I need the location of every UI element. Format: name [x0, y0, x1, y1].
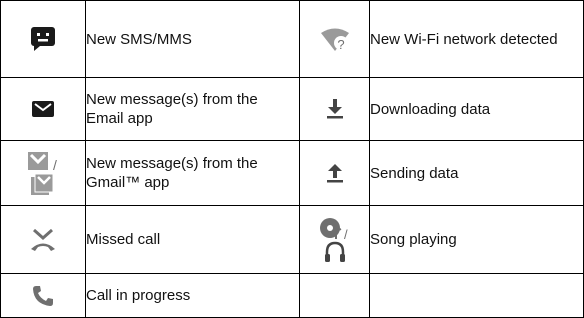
icon-cell	[299, 140, 370, 206]
phone-call-icon	[33, 285, 53, 306]
svg-text:?: ?	[337, 37, 344, 52]
svg-text:/: /	[344, 227, 348, 241]
table-row: New message(s) from the Email app Downlo…	[0, 77, 584, 141]
table-row: Missed call / Song playing	[0, 205, 584, 274]
icon-cell: ?	[299, 0, 370, 78]
notification-label: New message(s) from the Gmail™ app	[85, 140, 300, 206]
notification-label: Call in progress	[85, 273, 300, 318]
icon-cell: /	[299, 205, 370, 274]
empty-cell	[299, 273, 370, 318]
notification-label: New message(s) from the Email app	[85, 77, 300, 141]
wifi-question-icon: ?	[320, 28, 349, 52]
table-row: / New message(s) from the Gmail™ app Sen…	[0, 140, 584, 206]
download-arrow-icon	[326, 99, 343, 119]
notification-label: Sending data	[369, 140, 584, 206]
music-disc-icon: /	[319, 217, 348, 241]
icon-cell	[0, 77, 86, 141]
gmail-stack-icon	[31, 173, 54, 195]
notification-icons-table: New SMS/MMS ? New Wi-Fi network detected…	[0, 0, 584, 318]
table-row: New SMS/MMS ? New Wi-Fi network detected	[0, 0, 584, 78]
notification-label: Downloading data	[369, 77, 584, 141]
missed-call-icon	[31, 228, 55, 251]
music-headphones-icon: /	[318, 217, 352, 263]
icon-cell	[0, 0, 86, 78]
notification-label: New Wi-Fi network detected	[369, 0, 584, 78]
gmail-envelope-icon: /	[28, 152, 57, 173]
notification-label: Missed call	[85, 205, 300, 274]
svg-text:/: /	[53, 157, 57, 173]
sms-icon	[31, 27, 55, 51]
empty-cell	[369, 273, 584, 318]
table-row: Call in progress	[0, 273, 584, 318]
headphones-icon	[324, 241, 345, 262]
upload-arrow-icon	[326, 164, 343, 183]
icon-cell: /	[0, 140, 86, 206]
gmail-icon: /	[26, 149, 60, 197]
notification-label: New SMS/MMS	[85, 0, 300, 78]
icon-cell	[0, 205, 86, 274]
icon-cell	[299, 77, 370, 141]
email-envelope-icon	[32, 100, 54, 117]
notification-label: Song playing	[369, 205, 584, 274]
icon-cell	[0, 273, 86, 318]
